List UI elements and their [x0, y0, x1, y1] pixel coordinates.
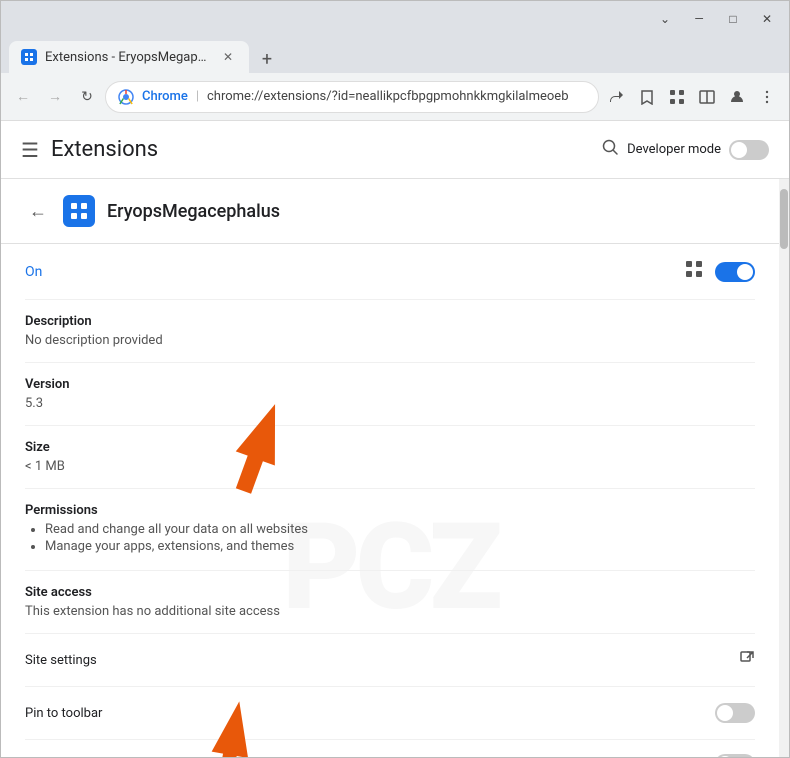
pin-to-toolbar-label: Pin to toolbar: [25, 706, 102, 721]
allow-incognito-toggle[interactable]: [715, 754, 755, 757]
size-value: < 1 MB: [25, 459, 755, 474]
scrollbar-track[interactable]: [779, 179, 789, 757]
page-title: Extensions: [51, 137, 158, 162]
chrome-indicator: Chrome: [142, 89, 188, 104]
maximize-button[interactable]: □: [719, 5, 747, 33]
back-button[interactable]: ←: [25, 197, 51, 226]
permissions-list: Read and change all your data on all web…: [45, 522, 755, 554]
permission-item-2: Manage your apps, extensions, and themes: [45, 539, 755, 554]
minimize-button[interactable]: —: [685, 5, 713, 33]
on-label: On: [25, 264, 42, 280]
extension-name: EryopsMegacephalus: [107, 201, 280, 222]
developer-mode-toggle[interactable]: [729, 140, 769, 160]
version-section: Version 5.3: [25, 363, 755, 426]
active-tab[interactable]: Extensions - EryopsMegapha... ✕: [9, 41, 249, 73]
extension-detail-panel: ← EryopsMegacephalus PCZ: [1, 179, 779, 757]
permission-item-1: Read and change all your data on all web…: [45, 522, 755, 537]
pin-to-toolbar-row: Pin to toolbar: [25, 687, 755, 740]
extension-body: PCZ On: [1, 244, 779, 757]
window-controls: ⌄ — □ ✕: [651, 5, 781, 33]
profile-icon[interactable]: [723, 83, 751, 111]
toolbar-icons: [603, 83, 781, 111]
description-section: Description No description provided: [25, 300, 755, 363]
allow-incognito-label: Allow in Incognito: [25, 757, 129, 758]
external-link-icon: [739, 650, 755, 670]
on-right: [685, 260, 755, 283]
address-bar: ← → ↻ Chrome | chrome://extensions/?id=n…: [1, 73, 789, 121]
tab-close-button[interactable]: ✕: [219, 48, 237, 66]
extensions-header: ☰ Extensions Developer mode: [1, 121, 789, 179]
incognito-section: Allow in Incognito Warning: Google Chrom…: [25, 740, 755, 757]
bookmark-icon[interactable]: [633, 83, 661, 111]
incognito-header: Allow in Incognito: [25, 754, 755, 757]
grid-icon[interactable]: [685, 260, 703, 283]
developer-mode-label: Developer mode: [627, 142, 721, 157]
browser-window: ⌄ — □ ✕ Extensions - EryopsMegapha... ✕ …: [0, 0, 790, 758]
close-button[interactable]: ✕: [753, 5, 781, 33]
menu-icon[interactable]: [753, 83, 781, 111]
permissions-label: Permissions: [25, 503, 755, 518]
site-settings-label: Site settings: [25, 653, 97, 668]
hamburger-icon[interactable]: ☰: [21, 138, 39, 162]
scrollbar-thumb[interactable]: [780, 189, 788, 249]
tab-title: Extensions - EryopsMegapha...: [45, 50, 211, 65]
version-label: Version: [25, 377, 755, 392]
site-access-label: Site access: [25, 585, 755, 600]
extensions-icon[interactable]: [663, 83, 691, 111]
pin-to-toolbar-toggle[interactable]: [715, 703, 755, 723]
url-bar[interactable]: Chrome | chrome://extensions/?id=neallik…: [105, 81, 599, 113]
site-access-value: This extension has no additional site ac…: [25, 604, 755, 619]
version-value: 5.3: [25, 396, 755, 411]
extension-icon: [63, 195, 95, 227]
refresh-button[interactable]: ↻: [73, 83, 101, 111]
search-icon[interactable]: [601, 138, 619, 161]
forward-button[interactable]: →: [41, 83, 69, 111]
tab-favicon: [21, 49, 37, 65]
back-button[interactable]: ←: [9, 83, 37, 111]
url-text: chrome://extensions/?id=neallikpcfbpgpmo…: [207, 89, 586, 104]
chrome-logo-icon: [118, 89, 134, 105]
site-settings-row[interactable]: Site settings: [25, 634, 755, 687]
page-content: ☰ Extensions Developer mode ←: [1, 121, 789, 757]
url-separator: |: [196, 89, 199, 104]
new-tab-button[interactable]: +: [253, 45, 281, 73]
title-bar: ⌄ — □ ✕: [1, 1, 789, 37]
description-label: Description: [25, 314, 755, 329]
collapse-button[interactable]: ⌄: [651, 5, 679, 33]
tab-bar: Extensions - EryopsMegapha... ✕ +: [1, 37, 789, 73]
permissions-section: Permissions Read and change all your dat…: [25, 489, 755, 571]
share-icon[interactable]: [603, 83, 631, 111]
description-value: No description provided: [25, 333, 755, 348]
size-section: Size < 1 MB: [25, 426, 755, 489]
main-layout: ← EryopsMegacephalus PCZ: [1, 179, 789, 757]
extension-detail-header: ← EryopsMegacephalus: [1, 179, 779, 244]
extension-enable-toggle[interactable]: [715, 262, 755, 282]
header-right: Developer mode: [601, 138, 769, 161]
size-label: Size: [25, 440, 755, 455]
split-view-icon[interactable]: [693, 83, 721, 111]
on-off-row: On: [25, 244, 755, 300]
header-left: ☰ Extensions: [21, 137, 158, 162]
site-access-section: Site access This extension has no additi…: [25, 571, 755, 634]
